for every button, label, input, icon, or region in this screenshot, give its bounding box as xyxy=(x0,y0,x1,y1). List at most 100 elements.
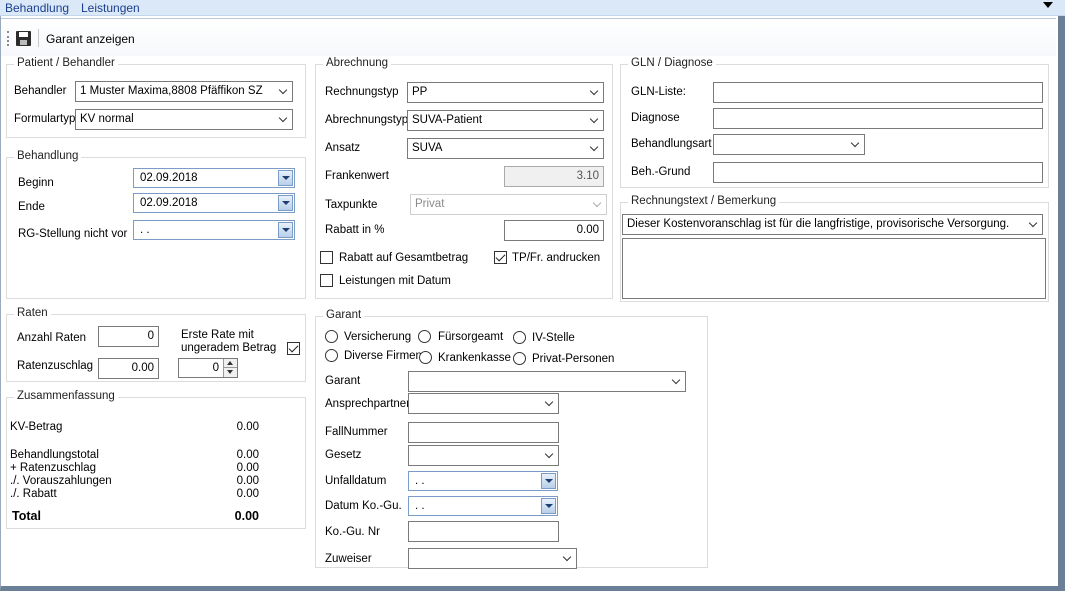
abrechnungstyp-select[interactable]: SUVA-Patient xyxy=(407,110,604,131)
menu-leistungen[interactable]: Leistungen xyxy=(81,1,140,15)
spin-down-icon[interactable] xyxy=(223,368,237,377)
patient-behandler-legend: Patient / Behandler xyxy=(14,57,118,69)
privat-personen-label: Privat-Personen xyxy=(532,353,615,365)
garant-anzeigen-button[interactable]: Garant anzeigen xyxy=(46,32,135,46)
menu-behandlung[interactable]: Behandlung xyxy=(5,1,69,15)
zusammenfassung-legend: Zusammenfassung xyxy=(14,390,118,402)
ratenzuschlag-label: Ratenzuschlag xyxy=(17,360,94,372)
garant-legend: Garant xyxy=(323,309,365,321)
toolbar-grip-icon[interactable] xyxy=(7,31,9,46)
ende-label: Ende xyxy=(18,201,45,213)
beginn-date-field[interactable]: 02.09.2018 xyxy=(133,168,295,188)
taxpunkte-select[interactable]: Privat xyxy=(410,194,607,215)
chevron-down-icon xyxy=(1028,218,1038,228)
rechnungstyp-label: Rechnungstyp xyxy=(325,86,399,98)
rabatt-gesamt-checkbox[interactable] xyxy=(320,251,333,264)
behandler-select[interactable]: 1 Muster Maxima,8808 Pfäffikon SZ xyxy=(75,81,293,102)
ansprechpartner-select[interactable] xyxy=(408,393,559,414)
abrechnungstyp-value: SUVA-Patient xyxy=(412,114,483,126)
vorauszahlungen-label: ./. Vorauszahlungen xyxy=(10,475,112,487)
rechnungstext-legend: Rechnungstext / Bemerkung xyxy=(628,195,780,207)
radio-versicherung[interactable] xyxy=(325,330,338,343)
bemerkung-textarea[interactable] xyxy=(622,238,1046,299)
rechnungstyp-select[interactable]: PP xyxy=(407,82,604,103)
save-icon[interactable] xyxy=(16,31,31,46)
beh-grund-label: Beh.-Grund xyxy=(631,166,691,178)
rg-stellung-date-field[interactable]: . . xyxy=(133,220,295,240)
unfalldatum-value: . . xyxy=(415,475,425,487)
diverse-firmen-label: Diverse Firmen xyxy=(344,350,422,362)
radio-privat-personen[interactable] xyxy=(513,352,526,365)
radio-iv-stelle[interactable] xyxy=(513,331,526,344)
ansprechpartner-label: Ansprechpartner xyxy=(325,398,411,410)
ende-value: 02.09.2018 xyxy=(140,197,198,209)
spin-up-icon[interactable] xyxy=(223,359,237,368)
diagnose-input[interactable] xyxy=(713,108,1043,129)
unfalldatum-label: Unfalldatum xyxy=(325,475,387,487)
beh-grund-input[interactable] xyxy=(713,162,1043,183)
gesetz-select[interactable] xyxy=(408,445,559,466)
calendar-dropdown-icon[interactable] xyxy=(541,473,556,489)
behandlungsart-select[interactable] xyxy=(713,134,865,155)
behandlungstotal-label: Behandlungstotal xyxy=(10,449,99,461)
rabatt-sum-value: 0.00 xyxy=(236,488,259,500)
calendar-dropdown-icon[interactable] xyxy=(541,498,556,514)
kogu-nr-input[interactable] xyxy=(408,521,559,542)
beginn-value: 02.09.2018 xyxy=(140,172,198,184)
radio-krankenkasse[interactable] xyxy=(419,351,432,364)
frankenwert-label: Frankenwert xyxy=(325,170,389,182)
chevron-down-icon xyxy=(850,138,860,148)
ratenzuschlag-input[interactable]: 0.00 xyxy=(98,358,159,379)
unfalldatum-date-field[interactable]: . . xyxy=(408,471,558,491)
zuweiser-label: Zuweiser xyxy=(325,553,372,565)
ende-date-field[interactable]: 02.09.2018 xyxy=(133,193,295,213)
erste-rate-label: Erste Rate mit ungeradem Betrag xyxy=(181,329,277,354)
anzahl-raten-input[interactable]: 0 xyxy=(98,326,159,347)
leistungen-datum-label: Leistungen mit Datum xyxy=(339,275,451,287)
ansatz-select[interactable]: SUVA xyxy=(407,138,604,159)
calendar-dropdown-icon[interactable] xyxy=(278,222,293,238)
vorauszahlungen-value: 0.00 xyxy=(236,475,259,487)
radio-fuersorgeamt[interactable] xyxy=(418,330,431,343)
ansatz-label: Ansatz xyxy=(325,142,361,154)
datum-kogu-date-field[interactable]: . . xyxy=(408,496,558,516)
calendar-dropdown-icon[interactable] xyxy=(278,170,293,186)
rabatt-gesamt-label: Rabatt auf Gesamtbetrag xyxy=(339,252,469,264)
radio-diverse-firmen[interactable] xyxy=(325,349,338,362)
formulartyp-value: KV normal xyxy=(80,113,134,125)
kv-betrag-label: KV-Betrag xyxy=(10,421,63,433)
datum-kogu-value: . . xyxy=(415,500,425,512)
menu-bar: Behandlung Leistungen xyxy=(0,0,1065,16)
rabatt-input[interactable]: 0.00 xyxy=(504,220,604,241)
rechnungstyp-value: PP xyxy=(412,86,428,98)
fallnummer-input[interactable] xyxy=(408,422,559,443)
kogu-nr-label: Ko.-Gu. Nr xyxy=(325,526,380,538)
garant-label: Garant xyxy=(325,375,361,387)
rechnungstext-value: Dieser Kostenvoranschlag ist für die lan… xyxy=(627,218,1010,230)
formulartyp-select[interactable]: KV normal xyxy=(75,109,293,130)
versicherung-label: Versicherung xyxy=(344,331,412,343)
tp-andrucken-checkbox[interactable] xyxy=(494,251,507,264)
gln-liste-input[interactable] xyxy=(713,82,1043,103)
total-label: Total xyxy=(12,509,41,523)
leistungen-datum-checkbox[interactable] xyxy=(320,274,333,287)
gln-liste-label: GLN-Liste: xyxy=(631,86,686,98)
iv-stelle-label: IV-Stelle xyxy=(532,332,575,344)
gln-diagnose-legend: GLN / Diagnose xyxy=(628,57,716,69)
erste-rate-checkbox[interactable] xyxy=(287,342,300,355)
menu-overflow-icon[interactable] xyxy=(1043,2,1053,8)
raten-spinner[interactable]: 0 xyxy=(178,358,238,378)
calendar-dropdown-icon[interactable] xyxy=(278,195,293,211)
tp-andrucken-label: TP/Fr. andrucken xyxy=(512,252,601,264)
krankenkasse-label: Krankenkasse xyxy=(438,352,511,364)
garant-select[interactable] xyxy=(408,371,686,392)
rechnungstext-select[interactable]: Dieser Kostenvoranschlag ist für die lan… xyxy=(622,214,1043,235)
behandler-label: Behandler xyxy=(14,85,67,97)
beginn-label: Beginn xyxy=(18,177,54,189)
rg-stellung-label: RG-Stellung nicht vor xyxy=(18,228,128,240)
zuweiser-select[interactable] xyxy=(408,548,577,569)
behandler-value: 1 Muster Maxima,8808 Pfäffikon SZ xyxy=(80,85,263,97)
fuersorgeamt-label: Fürsorgeamt xyxy=(438,331,504,343)
behandlungstotal-value: 0.00 xyxy=(236,449,259,461)
ratenzuschlag-sum-label: + Ratenzuschlag xyxy=(10,462,96,474)
